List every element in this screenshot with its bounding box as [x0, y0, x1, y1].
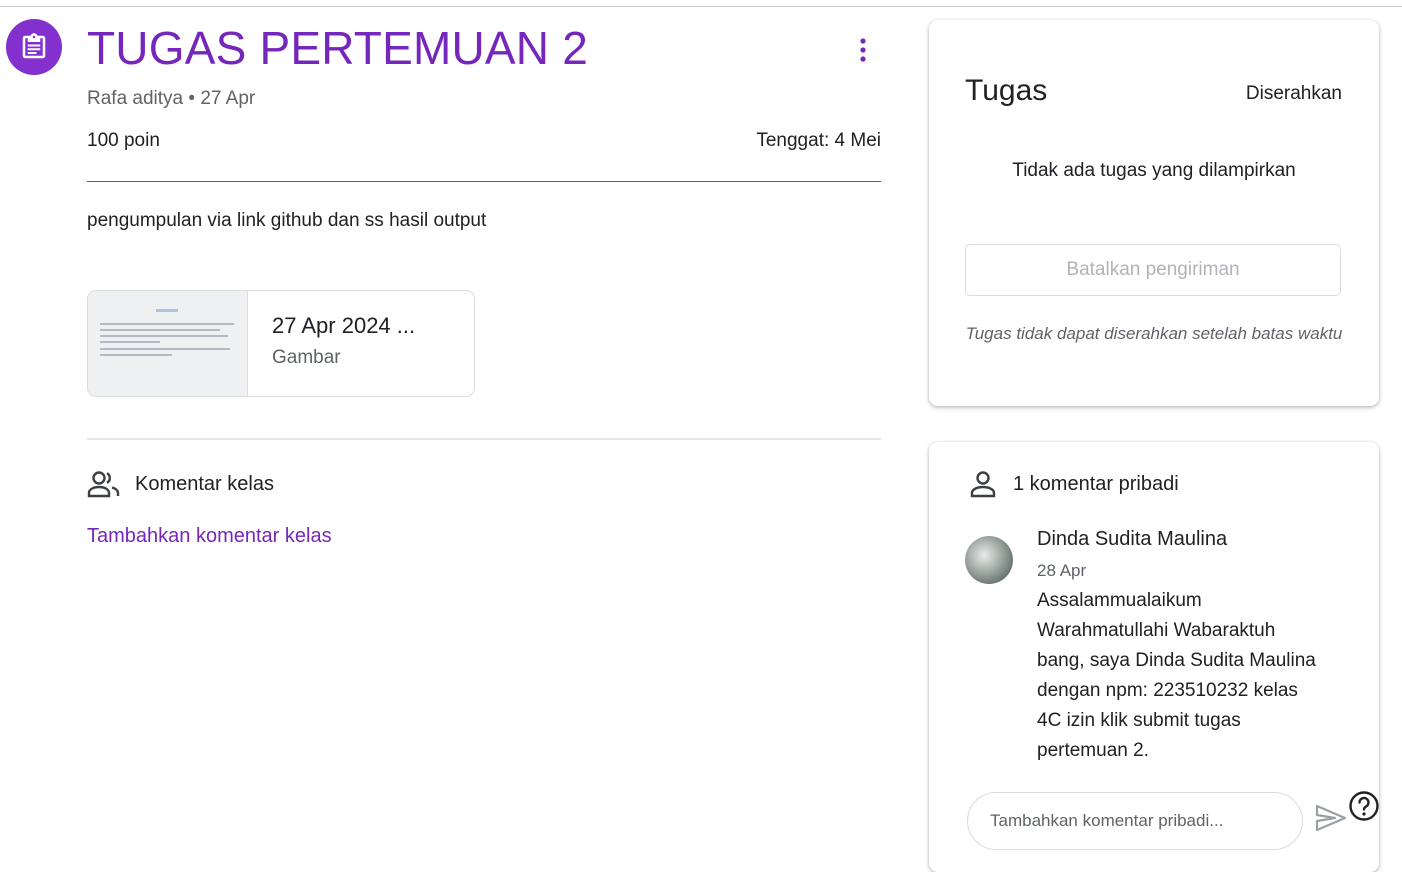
no-work-attached-text: Tidak ada tugas yang dilampirkan — [1012, 160, 1296, 181]
add-class-comment-link[interactable]: Tambahkan komentar kelas — [87, 525, 332, 548]
comment-author: Dinda Sudita Maulina — [1037, 528, 1228, 550]
people-icon — [87, 471, 120, 498]
send-comment-button[interactable] — [1311, 798, 1351, 838]
unsubmit-button[interactable]: Batalkan pengiriman — [965, 244, 1341, 296]
comment-text: Assalammualaikum Warahmatullahi Wabarakt… — [1037, 590, 1316, 761]
help-icon — [1349, 791, 1379, 821]
thumbnail-line — [100, 329, 220, 331]
class-comments-label: Komentar kelas — [135, 472, 274, 495]
thumbnail-line — [100, 354, 172, 356]
private-comments-count: 1 komentar pribadi — [1013, 472, 1179, 495]
attachment-thumbnail — [88, 291, 248, 396]
comment-date: 28 Apr — [1037, 561, 1087, 580]
section-divider — [87, 438, 881, 440]
late-submission-note: Tugas tidak dapat diserahkan setelah bat… — [965, 324, 1343, 343]
top-divider — [0, 6, 1402, 7]
avatar — [965, 536, 1013, 584]
assignment-title: TUGAS PERTEMUAN 2 — [87, 22, 588, 74]
assignment-meta: Rafa aditya • 27 Apr — [87, 88, 256, 109]
assignment-due-date: Tenggat: 4 Mei — [756, 130, 881, 151]
your-work-title: Tugas — [965, 74, 1048, 107]
thumbnail-line — [100, 348, 230, 350]
thumbnail-line — [100, 335, 228, 337]
assignment-description: pengumpulan via link github dan ss hasil… — [87, 210, 487, 231]
person-icon — [970, 471, 996, 498]
attachment-name: 27 Apr 2024 ... — [272, 313, 416, 338]
more-options-button[interactable] — [848, 30, 878, 70]
thumbnail-line — [100, 323, 234, 325]
private-comments-header: 1 komentar pribadi — [969, 470, 1179, 498]
more-vert-icon — [860, 38, 866, 62]
help-button[interactable] — [1347, 789, 1381, 823]
thumbnail-line — [100, 341, 160, 343]
attachment-card[interactable]: 27 Apr 2024 ... Gambar — [87, 290, 475, 397]
attachment-type: Gambar — [272, 347, 341, 368]
send-icon — [1315, 804, 1347, 832]
assignment-icon — [6, 19, 62, 75]
header-divider — [87, 181, 881, 182]
assignment-points: 100 poin — [87, 130, 160, 151]
your-work-card: Tugas Diserahkan Tidak ada tugas yang di… — [929, 20, 1379, 406]
private-comments-card: 1 komentar pribadi Dinda Sudita Maulina … — [929, 442, 1379, 872]
thumbnail-heading — [156, 309, 178, 312]
class-comments-header: Komentar kelas — [87, 470, 274, 498]
clipboard-icon — [22, 33, 46, 59]
attachment-info: 27 Apr 2024 ... Gambar — [248, 291, 472, 396]
submission-status: Diserahkan — [1245, 83, 1342, 104]
private-comment-input[interactable] — [967, 792, 1303, 850]
